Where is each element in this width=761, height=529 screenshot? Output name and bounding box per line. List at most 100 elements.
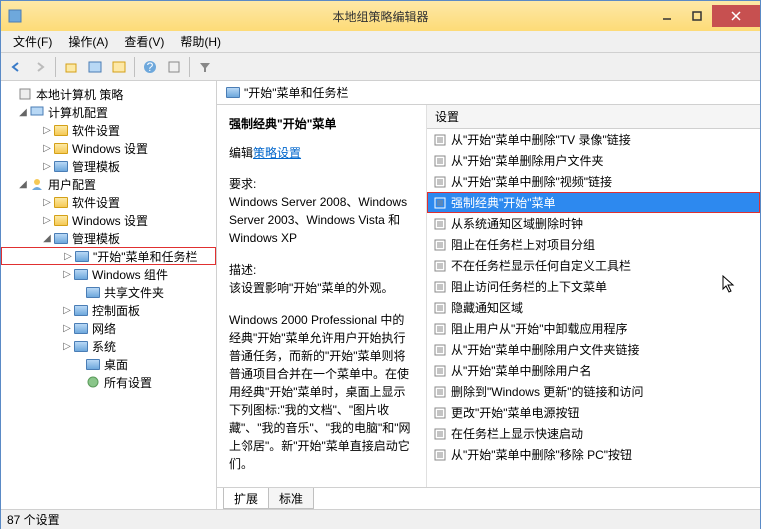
tree-computer-config[interactable]: ◢计算机配置 [1, 103, 216, 121]
menu-action[interactable]: 操作(A) [60, 30, 116, 53]
tree-windows-components[interactable]: ▷Windows 组件 [1, 265, 216, 283]
policy-icon [433, 154, 447, 168]
help-button[interactable]: ? [139, 56, 161, 78]
content-header: "开始"菜单和任务栏 [217, 81, 760, 105]
list-item[interactable]: 从"开始"菜单删除用户文件夹 [427, 150, 760, 171]
maximize-button[interactable] [682, 5, 712, 27]
svg-text:?: ? [147, 60, 154, 74]
policy-icon [433, 385, 447, 399]
list-item-label: 阻止用户从"开始"中卸载应用程序 [451, 320, 628, 337]
list-item[interactable]: 从"开始"菜单中删除"TV 录像"链接 [427, 129, 760, 150]
status-text: 87 个设置 [7, 511, 60, 528]
list-header[interactable]: 设置 [427, 105, 760, 129]
list-item[interactable]: 在任务栏上显示快速启动 [427, 423, 760, 444]
list-item[interactable]: 阻止在任务栏上对项目分组 [427, 234, 760, 255]
policy-icon [433, 427, 447, 441]
list-item-label: 从"开始"菜单中删除用户文件夹链接 [451, 341, 640, 358]
up-button[interactable] [60, 56, 82, 78]
window-title: 本地组策略编辑器 [332, 8, 428, 25]
list-item-label: 从系统通知区域删除时钟 [451, 215, 583, 232]
tree-label: 所有设置 [104, 374, 152, 391]
tree-admin-templates-user[interactable]: ◢管理模板 [1, 229, 216, 247]
list-button[interactable] [84, 56, 106, 78]
menu-file[interactable]: 文件(F) [5, 30, 60, 53]
requirements-label: 要求: [229, 175, 414, 193]
policy-icon [433, 217, 447, 231]
list-item-label: 阻止访问任务栏的上下文菜单 [451, 278, 607, 295]
tree-root[interactable]: 本地计算机 策略 [1, 85, 216, 103]
edit-policy-link[interactable]: 策略设置 [253, 146, 301, 160]
policy-icon [433, 280, 447, 294]
list-item-label: 在任务栏上显示快速启动 [451, 425, 583, 442]
description-pane: 强制经典"开始"菜单 编辑策略设置 要求:Windows Server 2008… [217, 105, 427, 487]
description-label: 描述: [229, 261, 414, 279]
tree-label: 桌面 [104, 356, 128, 373]
tree-label: 软件设置 [72, 122, 120, 139]
list-item[interactable]: 更改"开始"菜单电源按钮 [427, 402, 760, 423]
menu-help[interactable]: 帮助(H) [172, 30, 229, 53]
tree-system[interactable]: ▷系统 [1, 337, 216, 355]
settings-list[interactable]: 从"开始"菜单中删除"TV 录像"链接从"开始"菜单删除用户文件夹从"开始"菜单… [427, 129, 760, 485]
edit-prefix: 编辑 [229, 146, 253, 160]
tree-label: Windows 设置 [72, 140, 148, 157]
policy-icon [433, 301, 447, 315]
tab-standard[interactable]: 标准 [268, 488, 314, 509]
tab-extended[interactable]: 扩展 [223, 488, 269, 509]
tree-label: 计算机配置 [48, 104, 108, 121]
tree-control-panel[interactable]: ▷控制面板 [1, 301, 216, 319]
list-item[interactable]: 隐藏通知区域 [427, 297, 760, 318]
policy-icon [433, 175, 447, 189]
tree-label: 软件设置 [72, 194, 120, 211]
tree-label: 系统 [92, 338, 116, 355]
tree-pane[interactable]: 本地计算机 策略 ◢计算机配置 ▷软件设置 ▷Windows 设置 ▷管理模板 … [1, 81, 217, 509]
tree-user-config[interactable]: ◢用户配置 [1, 175, 216, 193]
list-item[interactable]: 从"开始"菜单中删除用户名 [427, 360, 760, 381]
menu-view[interactable]: 查看(V) [116, 30, 172, 53]
tree-network[interactable]: ▷网络 [1, 319, 216, 337]
description-text: 该设置影响"开始"菜单的外观。 [229, 279, 414, 297]
policy-icon [433, 322, 447, 336]
list-item[interactable]: 不在任务栏显示任何自定义工具栏 [427, 255, 760, 276]
list-item-label: 更改"开始"菜单电源按钮 [451, 404, 580, 421]
list-item[interactable]: 从"开始"菜单中删除"视频"链接 [427, 171, 760, 192]
policy-icon [433, 406, 447, 420]
list-item[interactable]: 从"开始"菜单中删除"移除 PC"按钮 [427, 444, 760, 465]
policy-icon [433, 238, 447, 252]
list-item[interactable]: 强制经典"开始"菜单 [427, 192, 760, 213]
tree-admin-templates[interactable]: ▷管理模板 [1, 157, 216, 175]
policy-icon [433, 133, 447, 147]
tree-label: 共享文件夹 [104, 284, 164, 301]
tree-start-taskbar[interactable]: ▷"开始"菜单和任务栏 [1, 247, 216, 265]
description-long: Windows 2000 Professional 中的经典"开始"菜单允许用户… [229, 311, 414, 473]
list-item[interactable]: 阻止用户从"开始"中卸载应用程序 [427, 318, 760, 339]
list-item[interactable]: 从"开始"菜单中删除用户文件夹链接 [427, 339, 760, 360]
tree-software-settings-user[interactable]: ▷软件设置 [1, 193, 216, 211]
tree-shared-folders[interactable]: 共享文件夹 [1, 283, 216, 301]
tree-all-settings[interactable]: 所有设置 [1, 373, 216, 391]
tree-label: 管理模板 [72, 230, 120, 247]
forward-button[interactable] [29, 56, 51, 78]
properties-button[interactable] [163, 56, 185, 78]
minimize-button[interactable] [652, 5, 682, 27]
list-item[interactable]: 从系统通知区域删除时钟 [427, 213, 760, 234]
filter-button[interactable] [194, 56, 216, 78]
tabs: 扩展 标准 [217, 487, 760, 509]
list-item[interactable]: 删除到"Windows 更新"的链接和访问 [427, 381, 760, 402]
list-item-label: 从"开始"菜单中删除"视频"链接 [451, 173, 612, 190]
list-item-label: 从"开始"菜单中删除用户名 [451, 362, 592, 379]
tree-desktop[interactable]: 桌面 [1, 355, 216, 373]
policy-icon [433, 259, 447, 273]
tree-label: 管理模板 [72, 158, 120, 175]
list-item[interactable]: 阻止访问任务栏的上下文菜单 [427, 276, 760, 297]
list-item-label: 从"开始"菜单删除用户文件夹 [451, 152, 604, 169]
tree-label: "开始"菜单和任务栏 [93, 248, 198, 265]
tree-label: Windows 组件 [92, 266, 168, 283]
tree-windows-settings-user[interactable]: ▷Windows 设置 [1, 211, 216, 229]
tree-windows-settings[interactable]: ▷Windows 设置 [1, 139, 216, 157]
close-button[interactable] [712, 5, 760, 27]
tree-software-settings[interactable]: ▷软件设置 [1, 121, 216, 139]
list-item-label: 隐藏通知区域 [451, 299, 523, 316]
back-button[interactable] [5, 56, 27, 78]
detail-button[interactable] [108, 56, 130, 78]
policy-icon [433, 364, 447, 378]
